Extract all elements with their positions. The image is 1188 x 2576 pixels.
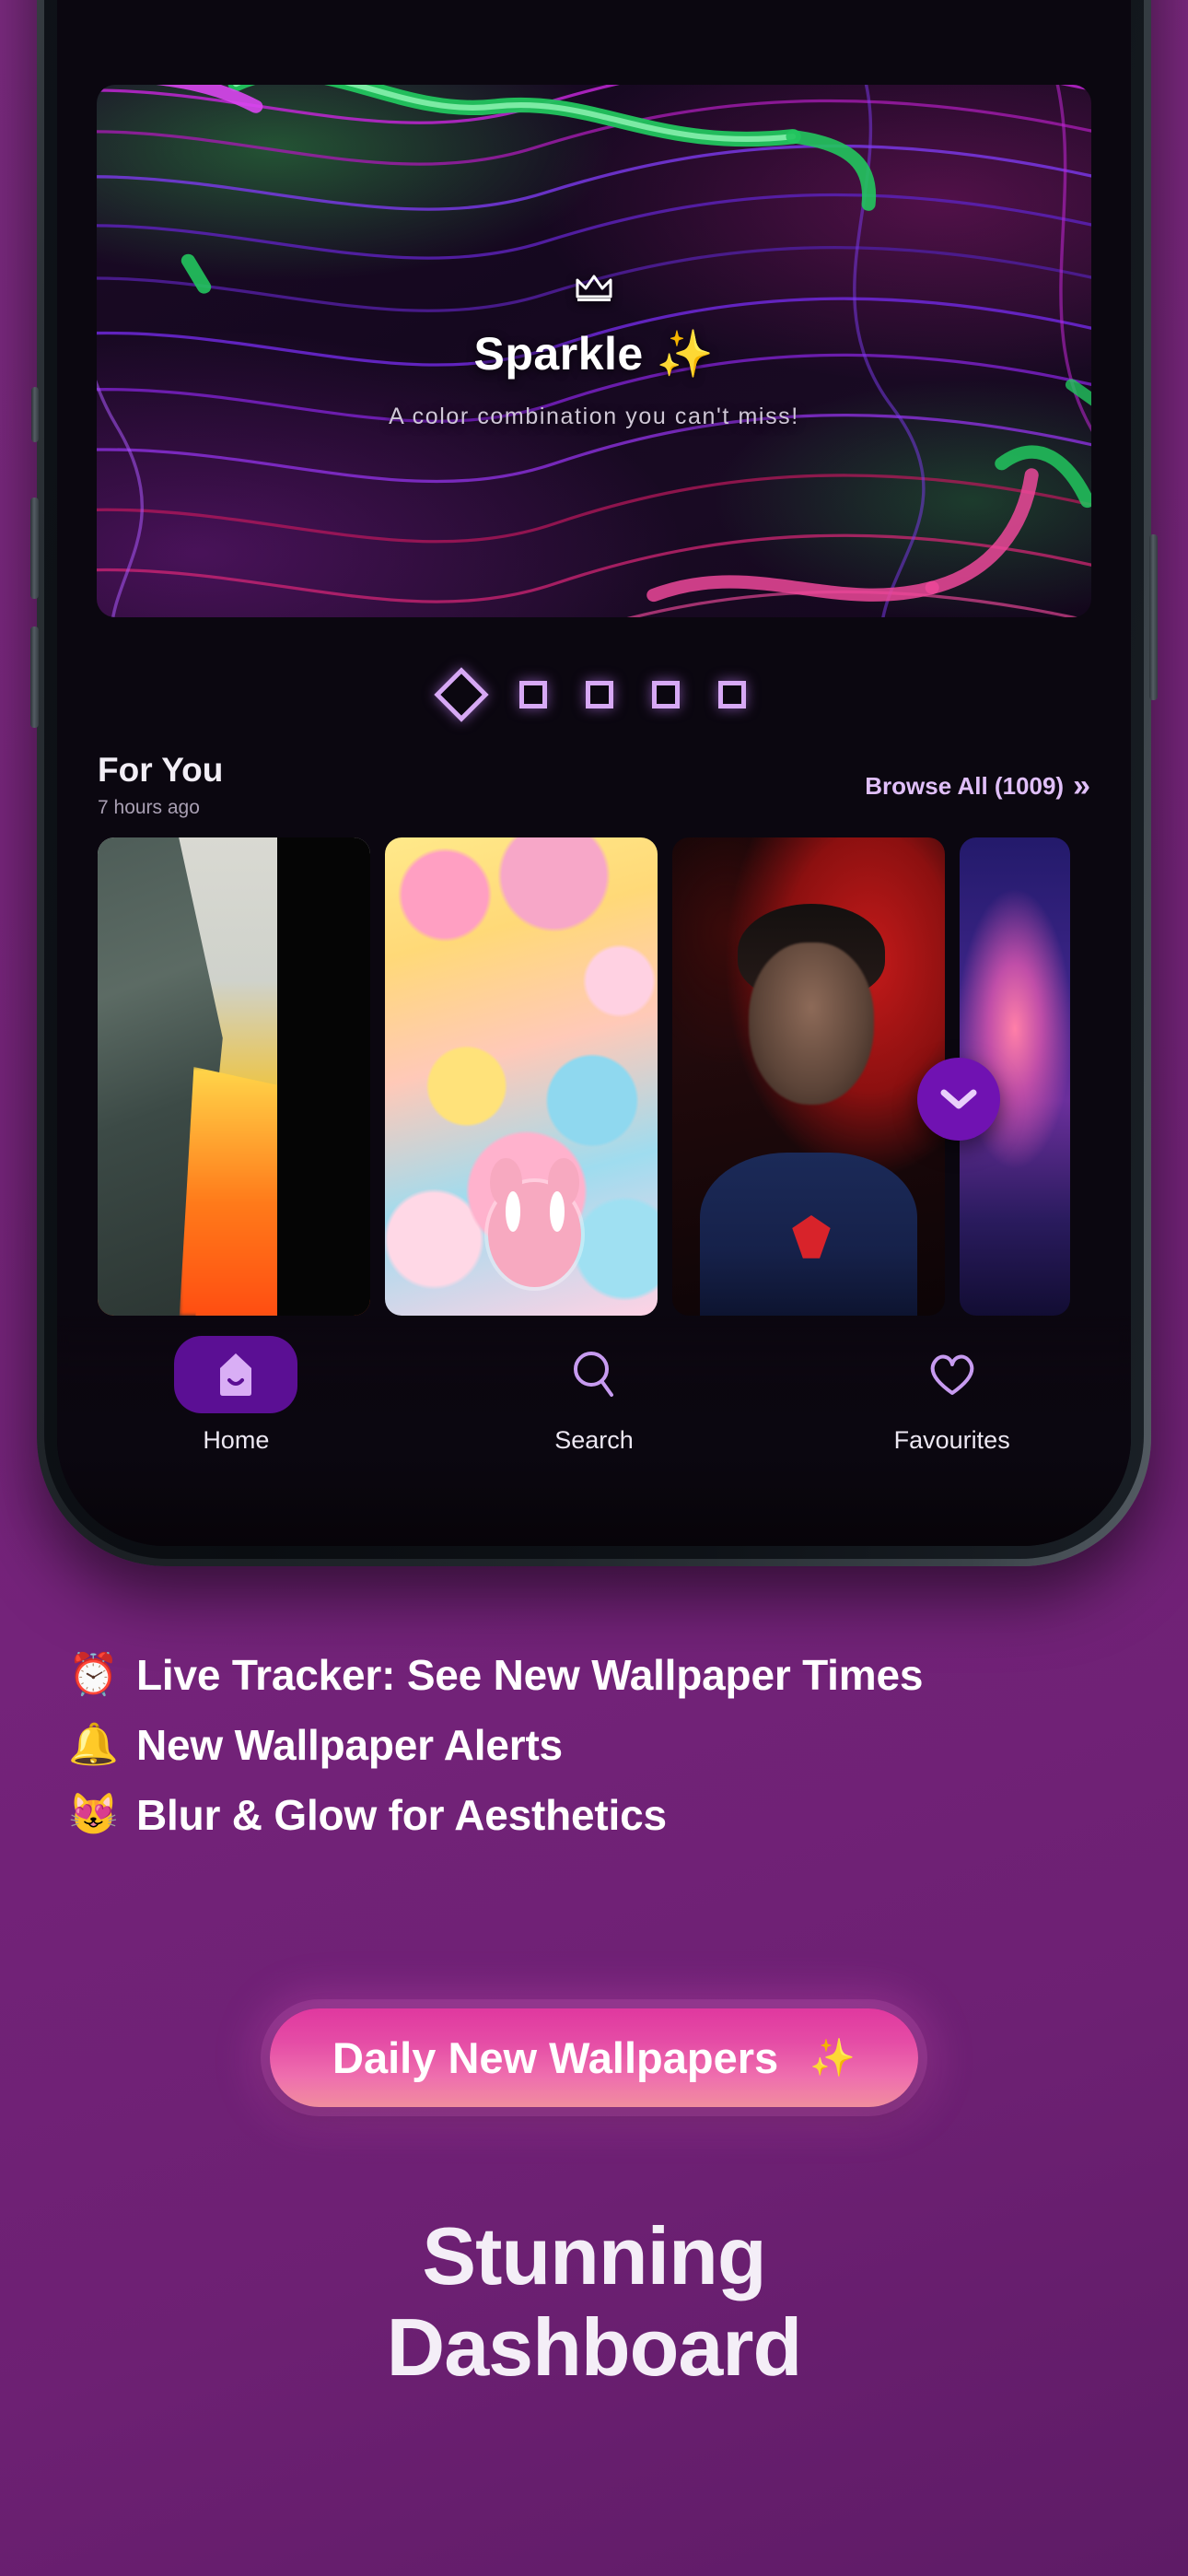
nav-active-pill[interactable]	[174, 1336, 298, 1413]
heart-eyes-cat-icon: 😻	[68, 1792, 119, 1837]
feature-item: 🔔 New Wallpaper Alerts	[68, 1710, 1118, 1780]
hero-banner-slide[interactable]: Sparkle ✨ A color combination you can't …	[97, 85, 1091, 617]
heart-icon	[930, 1354, 974, 1395]
phone-silent-switch	[31, 387, 39, 442]
hero-text-block: Sparkle ✨ A color combination you can't …	[97, 85, 1091, 617]
wallpaper-thumbnail-mountain-lake-sunset[interactable]	[98, 837, 370, 1316]
thumbnail-art	[277, 837, 370, 1316]
search-icon	[574, 1352, 613, 1397]
chevron-down-icon	[940, 1089, 977, 1109]
page-indicator-3[interactable]	[586, 681, 613, 708]
section-timestamp: 7 hours ago	[98, 796, 200, 818]
chevron-double-right-icon: »	[1073, 768, 1090, 803]
phone-mockup: Sparkle ✨ A color combination you can't …	[30, 0, 1158, 1566]
page-indicator-2[interactable]	[519, 681, 547, 708]
headline-line-2: Dashboard	[386, 2301, 803, 2393]
headline: Stunning Dashboard	[0, 2210, 1188, 2393]
wallpaper-thumbnail-row[interactable]	[57, 819, 1131, 1316]
daily-new-wallpapers-button[interactable]: Daily New Wallpapers ✨	[270, 2008, 918, 2107]
page-indicator-4[interactable]	[652, 681, 680, 708]
wallpaper-thumbnail-kawaii-pastel-bears[interactable]	[385, 837, 658, 1316]
browse-all-button[interactable]: Browse All (1009) »	[865, 770, 1090, 802]
sparkle-icon: ✨	[809, 2038, 856, 2078]
feature-text: Live Tracker: See New Wallpaper Times	[136, 1651, 924, 1699]
feature-text: Blur & Glow for Aesthetics	[136, 1791, 667, 1839]
sparkle-icon: ✨	[656, 327, 715, 380]
page-indicator-active[interactable]	[434, 667, 489, 722]
home-icon	[220, 1353, 252, 1396]
section-title-block: For You 7 hours ago	[98, 751, 224, 819]
hero-carousel[interactable]: Sparkle ✨ A color combination you can't …	[97, 85, 1091, 617]
feature-text: New Wallpaper Alerts	[136, 1721, 563, 1769]
feature-list: ⏰ Live Tracker: See New Wallpaper Times …	[68, 1640, 1118, 1850]
carousel-page-indicators[interactable]	[57, 658, 1131, 732]
nav-icon-wrap[interactable]	[532, 1336, 656, 1413]
crown-icon	[574, 273, 614, 309]
scroll-down-button[interactable]	[917, 1058, 1000, 1141]
thumbnail-art	[748, 942, 875, 1106]
wallpaper-app: Sparkle ✨ A color combination you can't …	[57, 0, 1131, 1546]
wallpaper-thumbnail-superhero-red-portrait[interactable]	[672, 837, 945, 1316]
page-title: For You	[98, 751, 224, 789]
nav-item-search[interactable]: Search	[415, 1336, 774, 1455]
phone-volume-down-button	[30, 626, 39, 728]
feature-item: 😻 Blur & Glow for Aesthetics	[68, 1780, 1118, 1850]
alarm-clock-icon: ⏰	[68, 1652, 119, 1697]
browse-all-label: Browse All (1009)	[865, 771, 1065, 800]
cta-container: Daily New Wallpapers ✨	[0, 2008, 1188, 2107]
phone-screen: Sparkle ✨ A color combination you can't …	[57, 0, 1131, 1546]
for-you-section-header: For You 7 hours ago Browse All (1009) »	[57, 732, 1131, 819]
hero-title: Sparkle	[473, 328, 644, 380]
nav-item-favourites[interactable]: Favourites	[773, 1336, 1131, 1455]
hero-title-row: Sparkle ✨	[474, 327, 715, 381]
nav-label-favourites: Favourites	[893, 1426, 1010, 1454]
nav-item-home[interactable]: Home	[57, 1336, 415, 1455]
bell-icon: 🔔	[68, 1722, 119, 1767]
bottom-navigation-bar[interactable]: Home Search Favourites	[57, 1316, 1131, 1546]
headline-line-1: Stunning	[422, 2210, 766, 2301]
nav-label-search: Search	[554, 1426, 634, 1454]
phone-volume-up-button	[30, 498, 39, 599]
feature-item: ⏰ Live Tracker: See New Wallpaper Times	[68, 1640, 1118, 1710]
hero-subtitle: A color combination you can't miss!	[389, 403, 799, 429]
page-indicator-5[interactable]	[718, 681, 746, 708]
thumbnail-art	[488, 1190, 581, 1259]
cta-label: Daily New Wallpapers	[332, 2033, 779, 2082]
promo-screen: Sparkle ✨ A color combination you can't …	[0, 0, 1188, 2576]
nav-icon-wrap[interactable]	[891, 1336, 1014, 1413]
phone-power-button	[1149, 534, 1158, 700]
nav-label-home: Home	[203, 1426, 270, 1454]
